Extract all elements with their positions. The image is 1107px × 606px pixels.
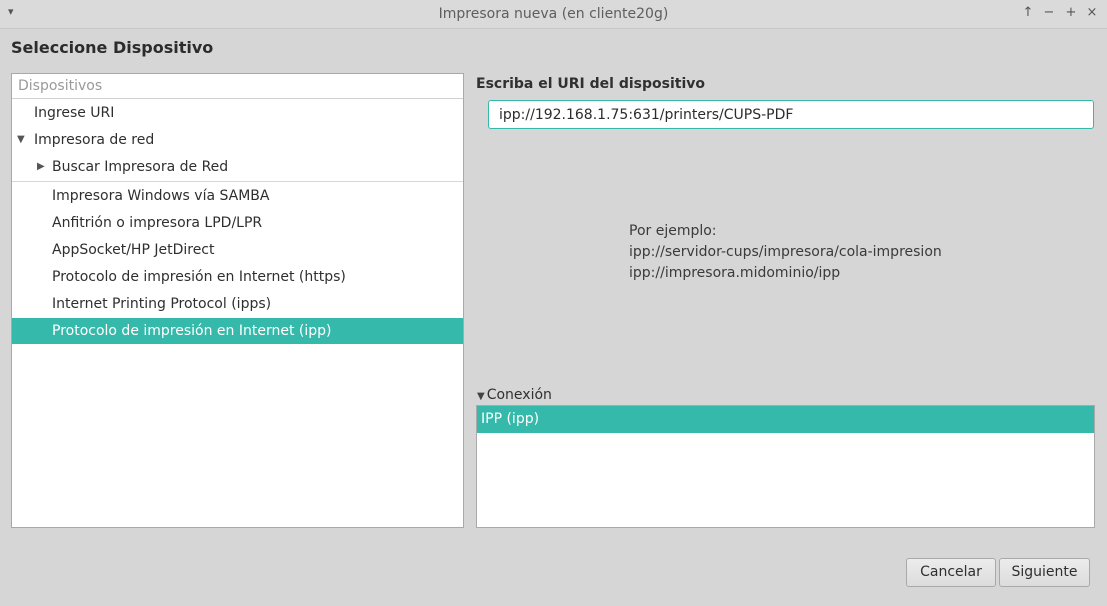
example-line: ipp://impresora.midominio/ipp: [629, 265, 841, 281]
window-title: Impresora nueva (en cliente20g): [438, 6, 669, 22]
device-item-samba[interactable]: Impresora Windows vía SAMBA: [12, 183, 463, 209]
device-item-appsocket[interactable]: AppSocket/HP JetDirect: [12, 237, 463, 263]
divider: [12, 181, 463, 182]
uri-input[interactable]: [488, 100, 1094, 129]
device-item-label: Buscar Impresora de Red: [52, 159, 229, 175]
device-item-network-printer[interactable]: ▼ Impresora de red: [12, 127, 463, 153]
device-item-label: Ingrese URI: [34, 105, 115, 121]
example-line: ipp://servidor-cups/impresora/cola-impre…: [629, 244, 942, 260]
cancel-button[interactable]: Cancelar: [906, 558, 996, 587]
connection-expander[interactable]: ▼ Conexión: [477, 387, 552, 403]
maximize-icon[interactable]: +: [1063, 5, 1079, 21]
devices-header: Dispositivos: [12, 74, 463, 99]
device-item-label: Internet Printing Protocol (ipps): [52, 296, 272, 312]
device-item-ipp[interactable]: Protocolo de impresión en Internet (ipp): [12, 318, 463, 344]
connection-item-ipp[interactable]: IPP (ipp): [477, 406, 1094, 433]
connection-label: Conexión: [486, 387, 552, 403]
devices-list: Dispositivos Ingrese URI ▼ Impresora de …: [11, 73, 464, 528]
close-icon[interactable]: ×: [1084, 5, 1100, 21]
example-line: Por ejemplo:: [629, 223, 717, 239]
device-item-label: AppSocket/HP JetDirect: [52, 242, 215, 258]
device-item-ipps[interactable]: Internet Printing Protocol (ipps): [12, 291, 463, 317]
device-item-lpd[interactable]: Anfitrión o impresora LPD/LPR: [12, 210, 463, 236]
expand-right-icon[interactable]: ▶: [37, 154, 45, 180]
device-item-label: Anfitrión o impresora LPD/LPR: [52, 215, 263, 231]
device-item-label: Protocolo de impresión en Internet (ipp): [52, 323, 332, 339]
connection-list: IPP (ipp): [476, 405, 1095, 528]
title-bar: ▾ Impresora nueva (en cliente20g) ↑ − + …: [0, 0, 1107, 29]
keep-above-icon[interactable]: ↑: [1020, 5, 1036, 21]
device-item-label: Impresora Windows vía SAMBA: [52, 188, 270, 204]
connection-item-label: IPP (ipp): [481, 411, 540, 427]
example-text: Por ejemplo: ipp://servidor-cups/impreso…: [629, 221, 942, 284]
minimize-icon[interactable]: −: [1041, 5, 1057, 21]
device-item-https[interactable]: Protocolo de impresión en Internet (http…: [12, 264, 463, 290]
expand-down-icon[interactable]: ▼: [17, 127, 25, 153]
expand-down-icon: ▼: [477, 391, 485, 402]
device-item-find-network-printer[interactable]: ▶ Buscar Impresora de Red: [12, 154, 463, 180]
device-item-label: Protocolo de impresión en Internet (http…: [52, 269, 346, 285]
uri-label: Escriba el URI del dispositivo: [476, 76, 705, 92]
page-title: Seleccione Dispositivo: [11, 38, 214, 57]
device-item-enter-uri[interactable]: Ingrese URI: [12, 100, 463, 126]
next-button[interactable]: Siguiente: [999, 558, 1090, 587]
device-item-label: Impresora de red: [34, 132, 155, 148]
